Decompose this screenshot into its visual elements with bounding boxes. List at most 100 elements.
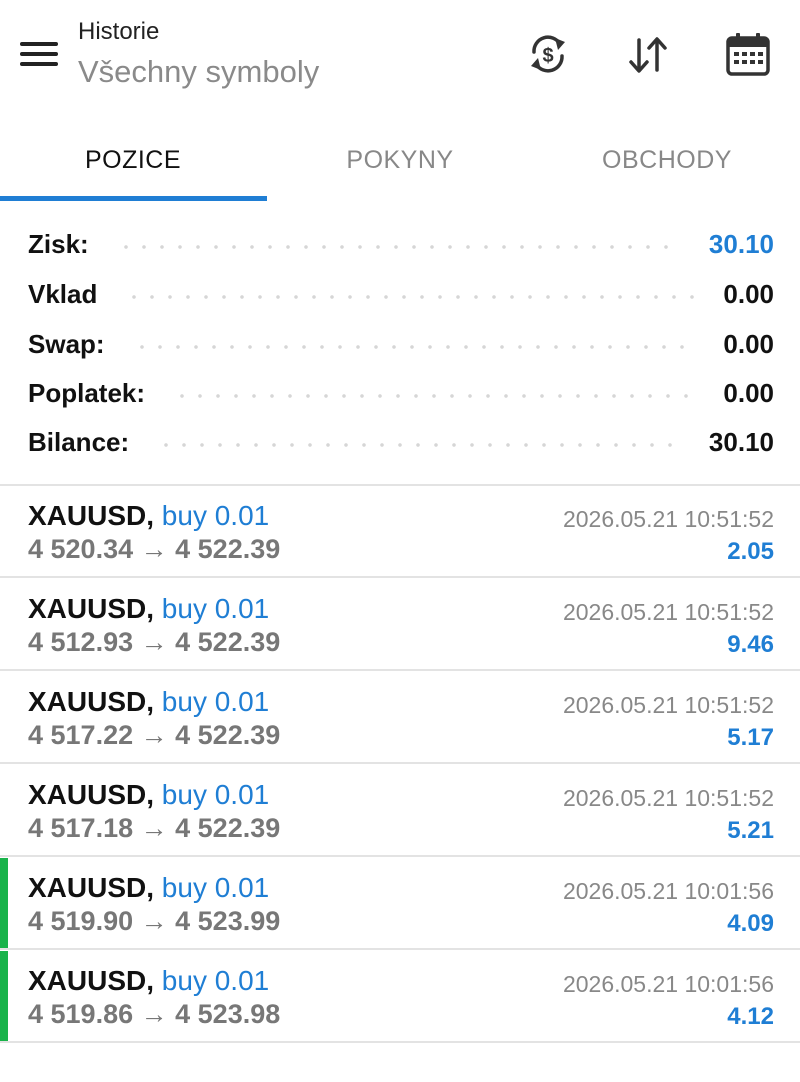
deal-symbol: XAUUSD, buy 0.01	[28, 500, 269, 532]
summary-row-deposit: Vklad 0.00	[28, 269, 774, 319]
summary-value: 30.10	[708, 228, 774, 259]
close-price: 4 522.39	[175, 627, 281, 657]
active-tab-indicator	[0, 196, 267, 201]
arrow-right-icon: →	[140, 813, 168, 843]
leader-dots	[116, 245, 681, 249]
symbol-text: XAUUSD,	[28, 872, 155, 903]
divider	[0, 576, 800, 578]
deal-symbol: XAUUSD, buy 0.01	[28, 872, 269, 904]
leader-dots	[125, 295, 696, 299]
calendar-icon[interactable]	[724, 30, 772, 78]
open-price: 4 517.22	[28, 720, 134, 750]
deal-side: buy 0.01	[161, 686, 270, 717]
close-price: 4 523.99	[175, 906, 281, 936]
deal-symbol: XAUUSD, buy 0.01	[28, 965, 269, 997]
open-price: 4 517.18	[28, 813, 134, 843]
arrow-right-icon: →	[140, 906, 168, 936]
list-item[interactable]: XAUUSD, buy 0.01 4 519.90 → 4 523.99 202…	[0, 858, 800, 950]
deal-prices: 4 517.18 → 4 522.39	[28, 813, 280, 844]
summary-value: 0.00	[723, 328, 774, 359]
deal-time: 2026.05.21 10:01:56	[562, 971, 774, 997]
tab-bar: POZICE POKYNY OBCHODY	[0, 118, 800, 202]
deal-prices: 4 520.34 → 4 522.39	[28, 534, 280, 565]
deal-side: buy 0.01	[161, 965, 270, 996]
open-price: 4 519.86	[28, 999, 134, 1029]
list-item[interactable]: XAUUSD, buy 0.01 4 517.18 → 4 522.39 202…	[0, 765, 800, 857]
open-price: 4 520.34	[28, 534, 134, 564]
symbol-text: XAUUSD,	[28, 686, 155, 717]
deal-prices: 4 519.86 → 4 523.98	[28, 999, 280, 1030]
summary-value: 30.10	[708, 426, 774, 457]
deal-side: buy 0.01	[161, 779, 270, 810]
summary-label: Poplatek:	[28, 377, 146, 408]
page-title: Historie	[78, 18, 160, 45]
divider	[0, 1041, 800, 1043]
divider	[0, 948, 800, 950]
close-price: 4 522.39	[175, 720, 281, 750]
deal-symbol: XAUUSD, buy 0.01	[28, 779, 269, 811]
summary-row-profit: Zisk: 30.10	[28, 219, 774, 269]
list-item[interactable]: XAUUSD, buy 0.01 4 520.34 → 4 522.39 202…	[0, 486, 800, 578]
leader-dots	[157, 443, 681, 447]
deal-profit: 5.21	[727, 817, 774, 844]
symbol-text: XAUUSD,	[28, 779, 155, 810]
deal-prices: 4 517.22 → 4 522.39	[28, 720, 280, 751]
deal-side: buy 0.01	[161, 500, 270, 531]
deal-symbol: XAUUSD, buy 0.01	[28, 686, 269, 718]
close-price: 4 522.39	[175, 813, 281, 843]
summary-label: Vklad	[28, 278, 98, 309]
deal-time: 2026.05.21 10:01:56	[562, 878, 774, 904]
deal-prices: 4 512.93 → 4 522.39	[28, 627, 280, 658]
tab-orders[interactable]: POKYNY	[267, 118, 533, 202]
symbol-text: XAUUSD,	[28, 965, 155, 996]
arrow-right-icon: →	[140, 627, 168, 657]
list-item[interactable]: XAUUSD, buy 0.01 4 512.93 → 4 522.39 202…	[0, 579, 800, 671]
deal-marker	[0, 951, 8, 1043]
open-price: 4 519.90	[28, 906, 134, 936]
divider	[0, 669, 800, 671]
summary-row-commission: Poplatek: 0.00	[28, 368, 774, 418]
deal-profit: 2.05	[727, 538, 774, 565]
deal-marker	[0, 858, 8, 950]
deal-side: buy 0.01	[161, 593, 270, 624]
summary-label: Bilance:	[28, 426, 130, 457]
leader-dots	[173, 394, 696, 398]
deal-time: 2026.05.21 10:51:52	[562, 599, 774, 625]
deal-symbol: XAUUSD, buy 0.01	[28, 593, 269, 625]
arrow-right-icon: →	[140, 999, 168, 1029]
divider	[0, 855, 800, 857]
symbol-text: XAUUSD,	[28, 593, 155, 624]
tab-positions[interactable]: POZICE	[0, 118, 266, 202]
deal-time: 2026.05.21 10:51:52	[562, 506, 774, 532]
arrow-right-icon: →	[140, 720, 168, 750]
deal-profit: 5.17	[727, 724, 774, 751]
app-header: Historie Všechny symboly $	[0, 0, 800, 118]
svg-text:$: $	[542, 45, 553, 67]
deal-prices: 4 519.90 → 4 523.99	[28, 906, 280, 937]
divider	[0, 762, 800, 764]
summary-row-balance: Bilance: 30.10	[28, 417, 774, 467]
leader-dots	[132, 345, 696, 349]
deal-profit: 4.12	[727, 1003, 774, 1030]
close-price: 4 522.39	[175, 534, 281, 564]
arrow-right-icon: →	[140, 534, 168, 564]
list-item[interactable]: XAUUSD, buy 0.01 4 519.86 → 4 523.98 202…	[0, 951, 800, 1043]
deal-side: buy 0.01	[161, 872, 270, 903]
deal-time: 2026.05.21 10:51:52	[562, 692, 774, 718]
tab-deals[interactable]: OBCHODY	[534, 118, 800, 202]
sort-icon[interactable]	[624, 30, 672, 78]
list-item[interactable]: XAUUSD, buy 0.01 4 517.22 → 4 522.39 202…	[0, 672, 800, 764]
close-price: 4 523.98	[175, 999, 281, 1029]
symbol-text: XAUUSD,	[28, 500, 155, 531]
summary-value: 0.00	[723, 278, 774, 309]
menu-icon[interactable]	[20, 40, 58, 68]
summary-label: Zisk:	[28, 228, 89, 259]
open-price: 4 512.93	[28, 627, 134, 657]
deal-time: 2026.05.21 10:51:52	[562, 785, 774, 811]
symbol-filter[interactable]: Všechny symboly	[78, 54, 319, 90]
summary-label: Swap:	[28, 328, 105, 359]
deal-profit: 4.09	[727, 910, 774, 937]
deal-profit: 9.46	[727, 631, 774, 658]
summary-value: 0.00	[723, 377, 774, 408]
currency-sync-icon[interactable]: $	[524, 30, 572, 78]
